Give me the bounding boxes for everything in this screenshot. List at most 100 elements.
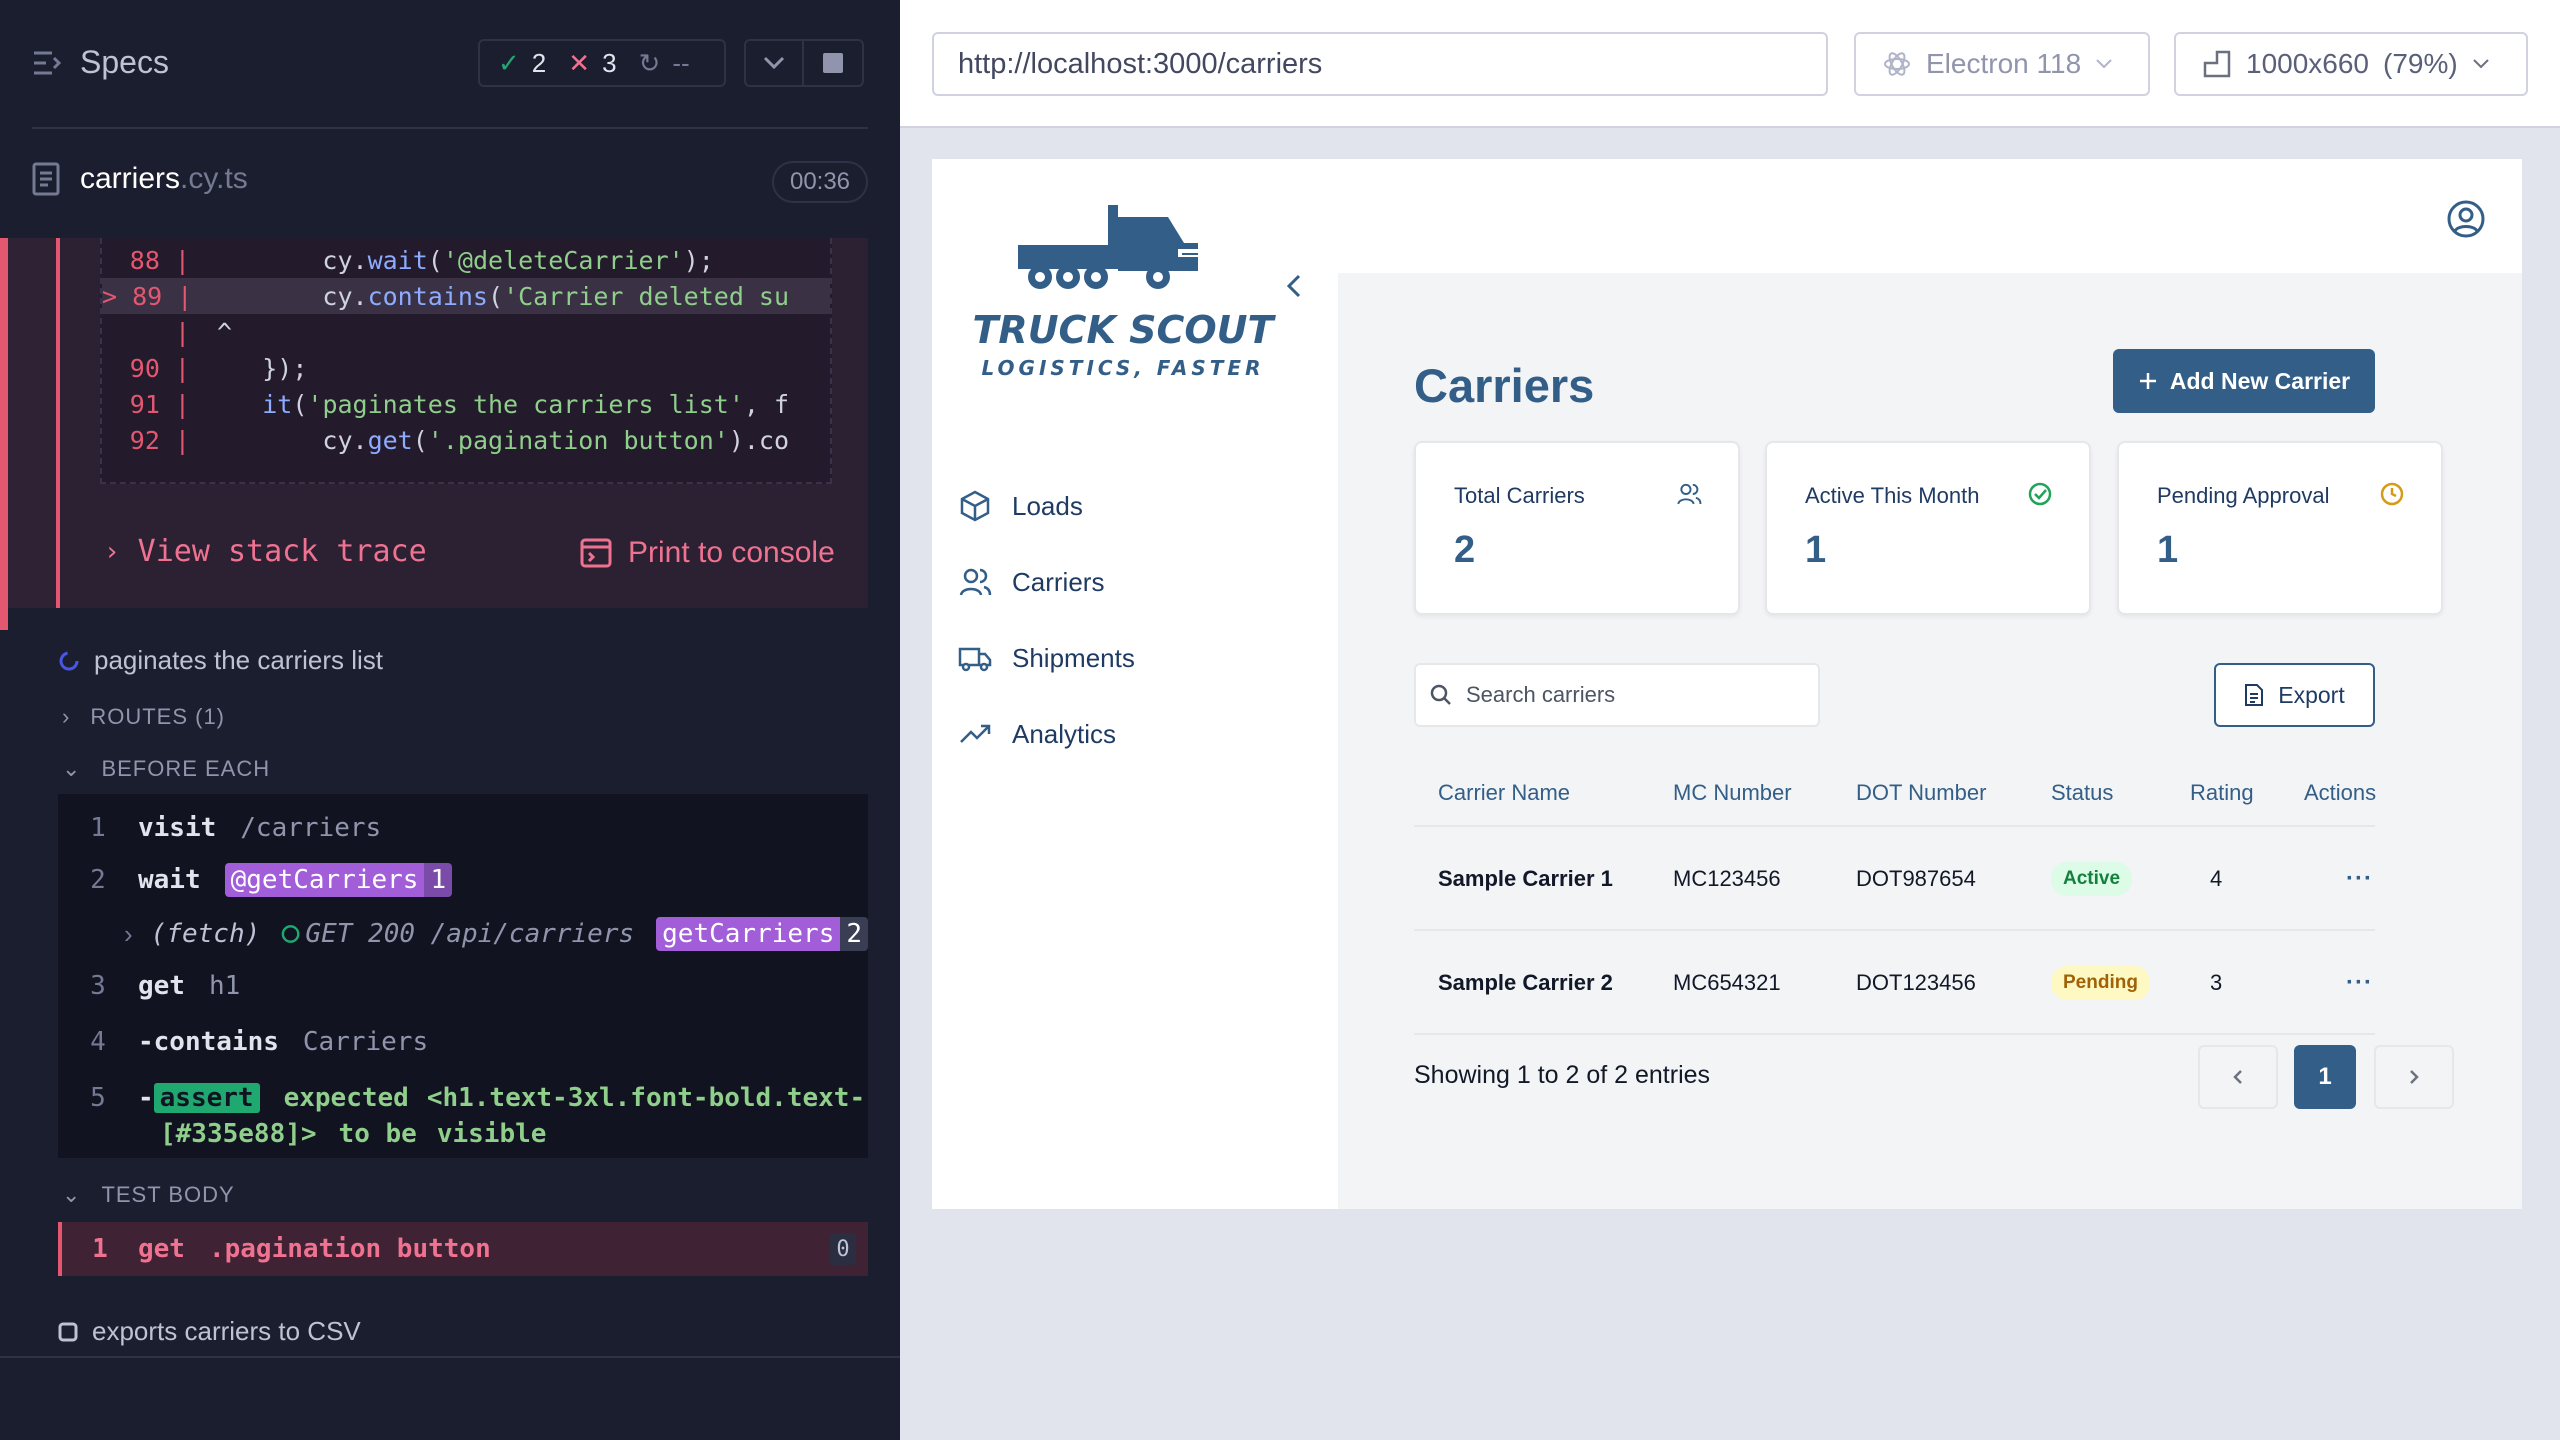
stop-icon — [823, 53, 843, 73]
svg-text:TRUCK SCOUT: TRUCK SCOUT — [973, 308, 1277, 352]
status-badge: Pending — [2051, 966, 2150, 1000]
spec-file-header: carriers.cy.ts — [32, 162, 248, 196]
package-icon — [960, 490, 990, 522]
test-body-toggle[interactable]: ⌄ TEST BODY — [62, 1182, 235, 1208]
fetch-row[interactable]: › (fetch) GET 200 /api/carriers getCarri… — [58, 912, 868, 956]
status-circle-icon — [281, 925, 300, 943]
column-header[interactable]: MC Number — [1673, 761, 1792, 825]
stat-card-pending: Pending Approval 1 — [2117, 441, 2443, 615]
pagination-summary: Showing 1 to 2 of 2 entries — [1414, 1061, 1711, 1089]
plus-icon — [2139, 373, 2156, 389]
passed-count: 2 — [531, 47, 547, 78]
chevron-down-icon — [2473, 59, 2489, 69]
specs-button[interactable]: Specs — [32, 44, 169, 81]
failed-indicator — [0, 238, 8, 630]
previous-page-button[interactable] — [2198, 1045, 2278, 1109]
search-placeholder: Search carriers — [1466, 682, 1616, 707]
chevron-down-icon — [2096, 59, 2112, 69]
assert-row-continued: [#335e88]> to be visible — [160, 1119, 547, 1149]
code-line: 90 | }); — [129, 353, 308, 383]
viewport-selector[interactable]: 1000x660 (79%) — [2174, 32, 2528, 96]
page-1-button[interactable]: 1 — [2294, 1045, 2356, 1109]
running-spinner-icon — [59, 651, 79, 670]
table-row[interactable]: Sample Carrier 2 MC654321 DOT123456 Pend… — [1414, 933, 2375, 1035]
print-to-console-label: Print to console — [628, 536, 835, 569]
chevron-left-icon — [1286, 274, 1301, 298]
command-row[interactable]: 4 -contains Carriers — [58, 1020, 868, 1064]
chevron-down-icon: ⌄ — [62, 1182, 82, 1207]
add-new-carrier-button[interactable]: Add New Carrier — [2113, 349, 2375, 413]
specs-menu-icon — [34, 51, 62, 74]
x-icon: ✕ — [568, 47, 591, 78]
browser-name: Electron 118 — [1926, 48, 2082, 79]
nav-item-carriers[interactable]: Carriers — [958, 565, 1104, 599]
nav-item-loads[interactable]: Loads — [958, 489, 1083, 523]
view-stack-trace-label: View stack trace — [137, 534, 427, 569]
assert-tag: assert — [153, 1083, 260, 1113]
stat-card-active: Active This Month 1 — [1765, 441, 2091, 615]
print-to-console-button[interactable]: Print to console — [580, 536, 835, 570]
error-details: 88 | cy. wait('@deleteCarrier'); > 89 | cy… — [56, 238, 868, 608]
truck-icon — [958, 647, 992, 672]
pending-test[interactable]: exports carriers to CSV — [58, 1316, 361, 1347]
current-test-title: paginates the carriers list — [94, 645, 384, 675]
truck-logo-icon: TRUCK SCOUT LOGISTICS, FASTER — [973, 205, 1277, 380]
spec-file-ext: .cy.ts — [180, 162, 248, 195]
next-page-button[interactable] — [2374, 1045, 2454, 1109]
status-badge: Active — [2051, 862, 2133, 896]
document-icon — [32, 162, 60, 196]
chevron-right-icon: › — [124, 918, 133, 949]
pending-test-title: exports carriers to CSV — [92, 1316, 361, 1346]
electron-icon — [1884, 52, 1910, 76]
reporter-header: Specs ✓ 2 ✕ 3 ↻ -- — [0, 0, 900, 130]
users-icon — [1676, 481, 1702, 512]
browser-toolbar: http://localhost:3000/carriers Electron … — [900, 0, 2560, 128]
failed-command-row[interactable]: 1 get .pagination button 0 — [58, 1222, 868, 1276]
nav-item-shipments[interactable]: Shipments — [958, 641, 1135, 675]
viewport-zoom: (79%) — [2383, 48, 2458, 79]
chevron-right-icon — [2410, 1070, 2419, 1084]
export-button[interactable]: Export — [2214, 663, 2375, 727]
stop-button[interactable] — [804, 39, 864, 87]
specs-label: Specs — [80, 44, 169, 80]
user-account-button[interactable] — [2446, 199, 2486, 244]
command-row[interactable]: 3 get h1 — [58, 964, 868, 1008]
code-frame: 88 | cy. wait('@deleteCarrier'); > 89 | cy… — [100, 238, 832, 484]
user-circle-icon — [2447, 200, 2485, 238]
pending-count: -- — [672, 47, 690, 78]
aut-panel: http://localhost:3000/carriers Electron … — [900, 0, 2560, 1440]
column-header[interactable]: Rating — [2190, 761, 2254, 825]
clock-icon — [2379, 481, 2405, 512]
before-each-label: BEFORE EACH — [101, 756, 271, 781]
code-line: 88 | cy. wait('@deleteCarrier'); — [129, 245, 714, 275]
chevron-right-icon: › — [62, 704, 71, 729]
column-header[interactable]: DOT Number — [1856, 761, 1986, 825]
more-actions-icon[interactable]: ··· — [2346, 829, 2373, 929]
view-stack-trace-button[interactable]: › View stack trace — [104, 534, 427, 569]
search-icon — [1430, 684, 1451, 705]
column-header[interactable]: Status — [2051, 761, 2113, 825]
column-header[interactable]: Carrier Name — [1438, 761, 1570, 825]
search-input[interactable]: Search carriers — [1414, 663, 1820, 727]
divider — [32, 127, 868, 129]
more-actions-icon[interactable]: ··· — [2346, 933, 2373, 1033]
alias-count: 1 — [424, 863, 453, 897]
chevron-right-icon: › — [104, 536, 120, 567]
truck-scout-logo[interactable]: TRUCK SCOUT LOGISTICS, FASTER — [968, 195, 1278, 395]
ruler-icon — [2203, 50, 2231, 78]
command-row[interactable]: 2 wait @getCarriers 1 — [58, 856, 868, 904]
table-row[interactable]: Sample Carrier 1 MC123456 DOT987654 Acti… — [1414, 829, 2375, 931]
auto-scroll-button[interactable] — [744, 39, 804, 87]
before-each-toggle[interactable]: ⌄ BEFORE EACH — [62, 756, 270, 782]
current-test[interactable]: paginates the carriers list — [58, 645, 383, 676]
code-line: 91 | it('paginates the carriers list', f — [129, 389, 790, 419]
chevron-down-icon: ⌄ — [62, 756, 82, 781]
browser-selector[interactable]: Electron 118 — [1854, 32, 2150, 96]
nav-item-analytics[interactable]: Analytics — [958, 717, 1116, 751]
error-block: 88 | cy. wait('@deleteCarrier'); > 89 | cy… — [0, 238, 868, 630]
collapse-sidebar-button[interactable] — [1284, 271, 1304, 306]
url-bar[interactable]: http://localhost:3000/carriers — [932, 32, 1828, 96]
routes-toggle[interactable]: › ROUTES (1) — [62, 704, 225, 730]
users-icon — [959, 568, 992, 596]
command-row[interactable]: 1 visit /carriers — [58, 806, 868, 850]
